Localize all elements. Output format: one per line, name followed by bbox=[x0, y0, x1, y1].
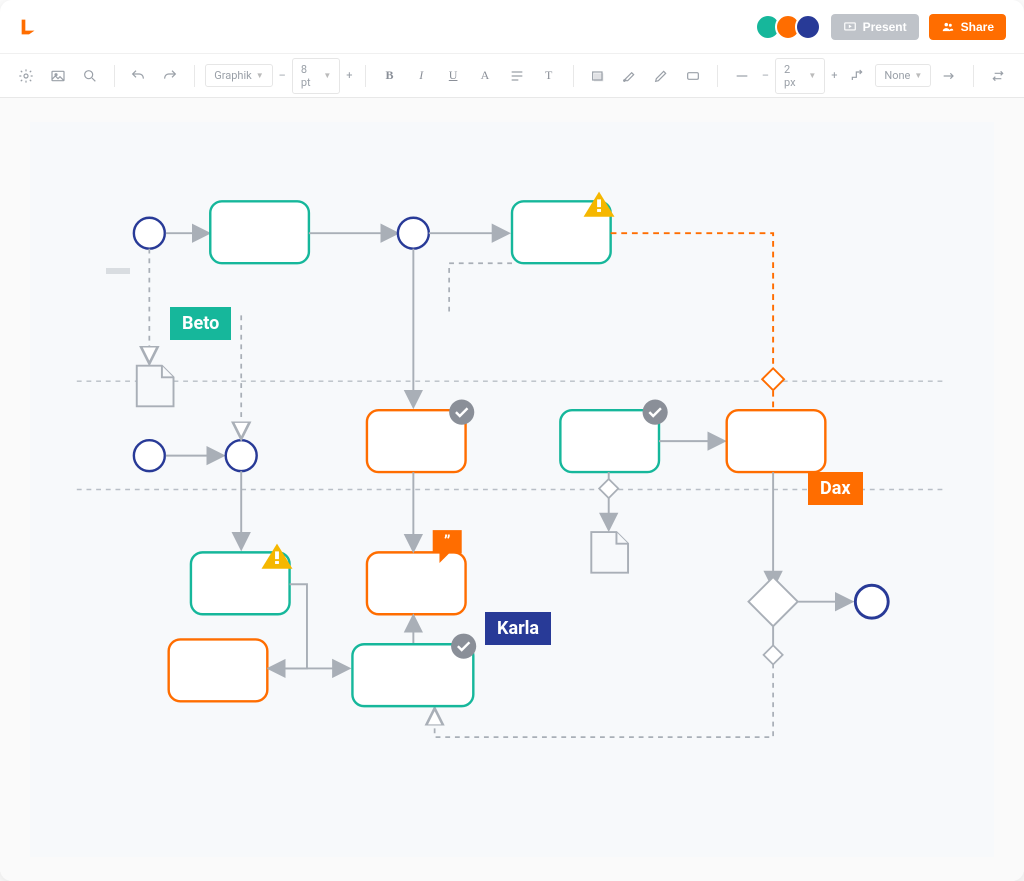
collaborator-avatars[interactable] bbox=[761, 14, 821, 40]
people-icon bbox=[941, 20, 955, 34]
cursor-label-beto: Beto bbox=[170, 307, 231, 340]
present-button[interactable]: Present bbox=[831, 14, 919, 40]
redo-icon[interactable] bbox=[156, 62, 184, 90]
task-box[interactable] bbox=[210, 201, 309, 263]
paint-icon[interactable] bbox=[615, 62, 643, 90]
connector-icon[interactable] bbox=[844, 62, 872, 90]
svg-text:”: ” bbox=[444, 533, 451, 551]
swap-icon[interactable] bbox=[984, 62, 1012, 90]
diagram-canvas[interactable]: ” Beto bbox=[30, 122, 994, 857]
document-icon bbox=[137, 366, 174, 407]
plus: + bbox=[829, 69, 839, 82]
gateway-diamond[interactable] bbox=[748, 577, 797, 626]
line-solid-icon[interactable] bbox=[728, 62, 756, 90]
task-box[interactable] bbox=[727, 410, 826, 472]
dash: – bbox=[760, 69, 771, 82]
arrow-end-icon[interactable] bbox=[935, 62, 963, 90]
italic-icon[interactable]: I bbox=[407, 62, 435, 90]
align-icon[interactable] bbox=[503, 62, 531, 90]
document-icon bbox=[591, 532, 628, 573]
share-label: Share bbox=[961, 20, 994, 34]
font-family-select[interactable]: Graphik▼ bbox=[205, 64, 272, 87]
check-badge-icon bbox=[451, 634, 476, 659]
font-family-value: Graphik bbox=[214, 69, 251, 82]
stroke-width-select[interactable]: 2 px▼ bbox=[775, 58, 825, 94]
task-box[interactable] bbox=[367, 552, 466, 614]
share-button[interactable]: Share bbox=[929, 14, 1006, 40]
start-event[interactable] bbox=[134, 218, 165, 249]
image-icon[interactable] bbox=[44, 62, 72, 90]
gateway-diamond[interactable] bbox=[764, 645, 783, 664]
check-badge-icon bbox=[449, 400, 474, 425]
line-style-select[interactable]: None▼ bbox=[875, 64, 931, 87]
toolbar: Graphik▼ – 8 pt▼ + B I U A T – 2 px▼ + N… bbox=[0, 54, 1024, 98]
dash: – bbox=[277, 69, 288, 82]
task-box[interactable] bbox=[367, 410, 466, 472]
check-badge-icon bbox=[643, 400, 668, 425]
text-tool-icon[interactable]: T bbox=[535, 62, 563, 90]
font-size-select[interactable]: 8 pt▼ bbox=[292, 58, 340, 94]
task-box[interactable] bbox=[169, 639, 268, 701]
stroke-width-value: 2 px bbox=[784, 63, 804, 89]
end-event[interactable] bbox=[855, 585, 888, 618]
gateway-diamond[interactable] bbox=[599, 479, 618, 498]
play-icon bbox=[843, 20, 857, 34]
cursor-label-karla: Karla bbox=[485, 612, 551, 645]
font-size-value: 8 pt bbox=[301, 63, 320, 89]
app-logo-icon bbox=[18, 16, 40, 38]
header: Present Share bbox=[0, 0, 1024, 54]
avatar[interactable] bbox=[795, 14, 821, 40]
undo-icon[interactable] bbox=[125, 62, 153, 90]
app-window: Present Share Graphik▼ – 8 pt▼ + B I U A… bbox=[0, 0, 1024, 881]
intermediate-event[interactable] bbox=[398, 218, 429, 249]
pencil-icon[interactable] bbox=[647, 62, 675, 90]
line-style-value: None bbox=[884, 69, 910, 82]
plus: + bbox=[344, 69, 354, 82]
selection-handle[interactable] bbox=[106, 268, 130, 274]
task-box[interactable] bbox=[560, 410, 659, 472]
shape-style-icon[interactable] bbox=[679, 62, 707, 90]
search-icon[interactable] bbox=[76, 62, 104, 90]
bold-icon[interactable]: B bbox=[376, 62, 404, 90]
cursor-label-dax: Dax bbox=[808, 472, 863, 505]
present-label: Present bbox=[863, 20, 907, 34]
gateway-diamond[interactable] bbox=[762, 368, 784, 390]
start-event[interactable] bbox=[134, 440, 165, 471]
intermediate-event[interactable] bbox=[226, 440, 257, 471]
settings-icon[interactable] bbox=[12, 62, 40, 90]
underline-icon[interactable]: U bbox=[439, 62, 467, 90]
fill-icon[interactable] bbox=[584, 62, 612, 90]
canvas-area[interactable]: ” Beto bbox=[0, 98, 1024, 881]
text-color-icon[interactable]: A bbox=[471, 62, 499, 90]
